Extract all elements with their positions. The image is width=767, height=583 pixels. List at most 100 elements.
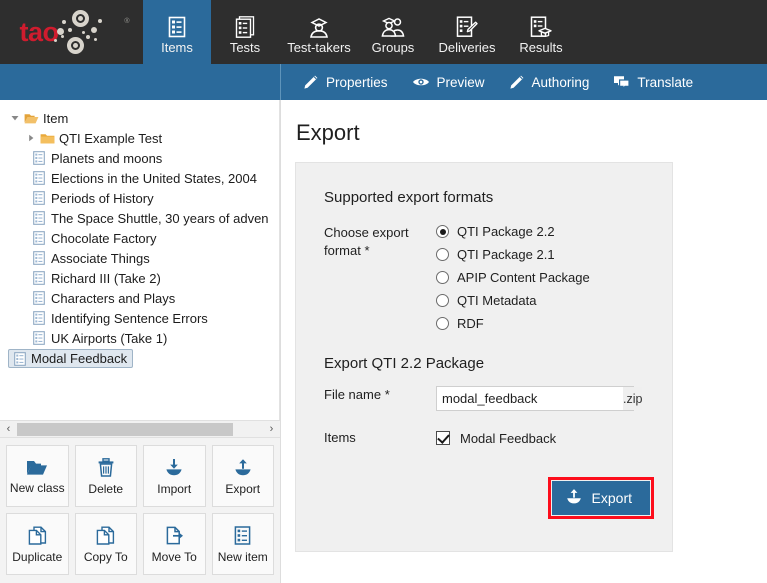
tree-node-label: Planets and moons xyxy=(51,152,162,165)
radio-label: RDF xyxy=(457,316,484,331)
tree-vertical-scrollbar[interactable] xyxy=(268,100,279,420)
radio-qti-metadata[interactable]: QTI Metadata xyxy=(436,293,590,308)
new-item-list-icon xyxy=(234,526,251,545)
action-authoring-label: Authoring xyxy=(532,75,590,90)
item-document-icon xyxy=(30,331,48,345)
chevron-right-icon[interactable] xyxy=(24,134,38,142)
tree-item-periods-of-history[interactable]: Periods of History xyxy=(0,188,279,208)
radio-qti-package-2-1[interactable]: QTI Package 2.1 xyxy=(436,247,590,262)
package-heading: Export QTI 2.2 Package xyxy=(324,355,650,372)
tree-node-item-root[interactable]: Item xyxy=(0,108,279,128)
action-preview[interactable]: Preview xyxy=(400,64,497,100)
speech-bubbles-icon xyxy=(613,75,630,90)
logo-ring-core-icon xyxy=(73,43,78,48)
tree-item-planets-and-moons[interactable]: Planets and moons xyxy=(0,148,279,168)
item-checkbox-modal-feedback[interactable]: Modal Feedback xyxy=(436,429,556,447)
item-tree: Item QTI Example Test xyxy=(0,100,279,368)
tree-item-richard-iii-take-2[interactable]: Richard III (Take 2) xyxy=(0,268,279,288)
logo-dot-icon xyxy=(86,35,90,39)
tree-item-elections-in-the-united-states-2004[interactable]: Elections in the United States, 2004 xyxy=(0,168,279,188)
scrollbar-track[interactable] xyxy=(17,422,263,437)
item-document-icon xyxy=(30,191,48,205)
chevron-down-icon[interactable] xyxy=(8,114,22,122)
radio-button-icon[interactable] xyxy=(436,317,449,330)
tree-node-label: Elections in the United States, 2004 xyxy=(51,172,257,185)
radio-qti-package-2-2[interactable]: QTI Package 2.2 xyxy=(436,224,590,239)
action-authoring[interactable]: Authoring xyxy=(497,64,602,100)
export-button[interactable]: Export xyxy=(552,481,650,515)
radio-apip-content-package[interactable]: APIP Content Package xyxy=(436,270,590,285)
nav-item-tests[interactable]: Tests xyxy=(211,0,279,64)
nav-label-results: Results xyxy=(519,41,562,56)
scrollbar-thumb[interactable] xyxy=(17,423,233,436)
action-translate[interactable]: Translate xyxy=(601,64,705,100)
tree-node-label: Chocolate Factory xyxy=(51,232,157,245)
item-document-icon xyxy=(30,271,48,285)
tao-logo[interactable]: tao ® xyxy=(0,0,143,64)
radio-button-icon[interactable] xyxy=(436,294,449,307)
tree-node-label: QTI Example Test xyxy=(59,132,162,145)
item-tree-scroll-area[interactable]: Item QTI Example Test xyxy=(0,100,280,420)
nav-item-deliveries[interactable]: Deliveries xyxy=(427,0,507,64)
tree-item-characters-and-plays[interactable]: Characters and Plays xyxy=(0,288,279,308)
export-button-label: Export xyxy=(592,491,632,505)
choose-format-label: Choose export format * xyxy=(324,224,436,331)
scroll-right-arrow-icon[interactable]: › xyxy=(263,424,280,435)
tree-node-label: Richard III (Take 2) xyxy=(51,272,161,285)
file-name-label: File name * xyxy=(324,386,436,411)
tree-item-uk-airports-take-1[interactable]: UK Airports (Take 1) xyxy=(0,328,279,348)
duplicate-button[interactable]: Duplicate xyxy=(6,513,69,575)
import-label: Import xyxy=(157,483,191,495)
nav-item-items[interactable]: Items xyxy=(143,0,211,64)
tests-stack-icon xyxy=(235,12,255,38)
nav-item-groups[interactable]: Groups xyxy=(359,0,427,64)
new-class-button[interactable]: New class xyxy=(6,445,69,507)
logo-dot-icon xyxy=(68,28,72,32)
import-button[interactable]: Import xyxy=(143,445,206,507)
new-item-button[interactable]: New item xyxy=(212,513,275,575)
tree-node-label: Identifying Sentence Errors xyxy=(51,312,208,325)
logo-ring-core-icon xyxy=(78,16,83,21)
item-document-icon xyxy=(30,151,48,165)
tree-item-modal-feedback[interactable]: Modal Feedback xyxy=(0,348,279,368)
tree-action-buttons: New class Delete xyxy=(0,437,280,583)
trademark-symbol: ® xyxy=(124,18,129,25)
radio-rdf[interactable]: RDF xyxy=(436,316,590,331)
file-name-input[interactable] xyxy=(437,387,623,410)
tree-item-identifying-sentence-errors[interactable]: Identifying Sentence Errors xyxy=(0,308,279,328)
radio-button-icon[interactable] xyxy=(436,248,449,261)
action-preview-label: Preview xyxy=(437,75,485,90)
checkbox-icon[interactable] xyxy=(436,431,450,445)
scroll-left-arrow-icon[interactable]: ‹ xyxy=(0,424,17,435)
logo-dot-icon xyxy=(82,31,85,34)
tree-item-associate-things[interactable]: Associate Things xyxy=(0,248,279,268)
copy-to-button[interactable]: Copy To xyxy=(75,513,138,575)
tree-node-qti-example-test[interactable]: QTI Example Test xyxy=(0,128,279,148)
export-arrow-icon xyxy=(565,488,583,508)
items-label: Items xyxy=(324,429,436,447)
copy-to-label: Copy To xyxy=(84,551,128,563)
export-button-highlight: Export xyxy=(548,477,654,519)
move-to-label: Move To xyxy=(152,551,197,563)
nav-label-tests: Tests xyxy=(230,41,260,56)
eye-icon xyxy=(412,75,430,89)
page-title: Export xyxy=(295,120,767,146)
tree-item-the-space-shuttle[interactable]: The Space Shuttle, 30 years of adventur xyxy=(0,208,279,228)
duplicate-pages-icon xyxy=(28,526,47,545)
nav-item-test-takers[interactable]: Test-takers xyxy=(279,0,359,64)
action-properties[interactable]: Properties xyxy=(291,64,400,100)
nav-item-results[interactable]: Results xyxy=(507,0,575,64)
new-item-label: New item xyxy=(218,551,268,563)
file-name-row: File name * .zip xyxy=(324,386,650,411)
logo-dot-icon xyxy=(62,20,66,24)
item-document-icon xyxy=(30,251,48,265)
tree-item-chocolate-factory[interactable]: Chocolate Factory xyxy=(0,228,279,248)
export-sidebar-label: Export xyxy=(225,483,260,495)
radio-button-icon[interactable] xyxy=(436,271,449,284)
export-sidebar-button[interactable]: Export xyxy=(212,445,275,507)
radio-button-icon[interactable] xyxy=(436,225,449,238)
supported-formats-heading: Supported export formats xyxy=(324,189,650,206)
delete-button[interactable]: Delete xyxy=(75,445,138,507)
tree-horizontal-scrollbar[interactable]: ‹ › xyxy=(0,420,280,437)
move-to-button[interactable]: Move To xyxy=(143,513,206,575)
